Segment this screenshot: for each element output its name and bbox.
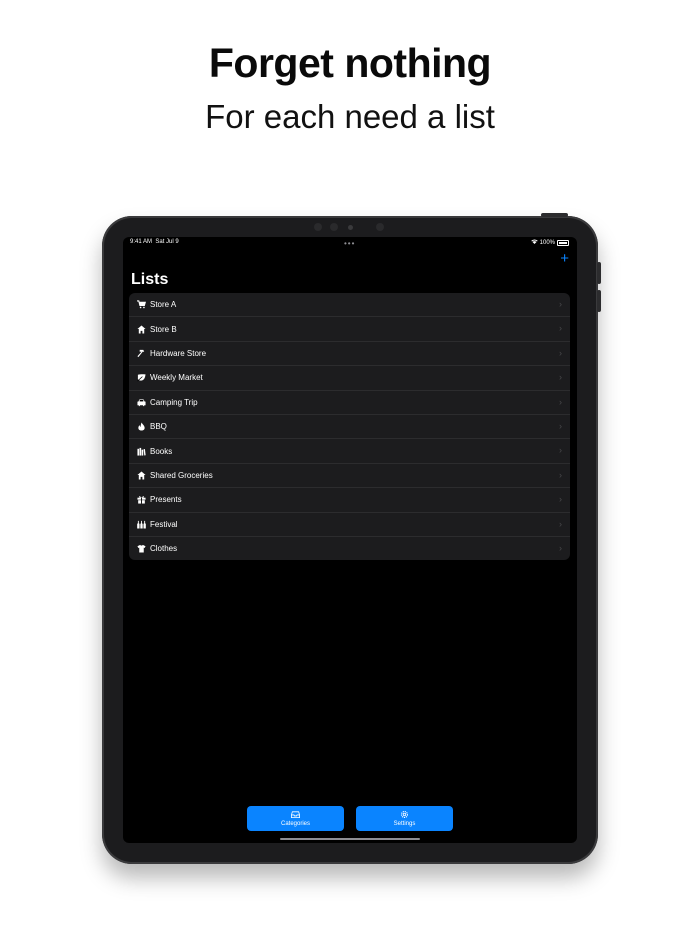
- list-item[interactable]: Books ›: [129, 439, 570, 464]
- flame-icon: [136, 422, 146, 432]
- chevron-right-icon: ›: [559, 396, 562, 407]
- tshirt-icon: [136, 544, 146, 554]
- list-item-label: BBQ: [150, 422, 167, 432]
- list-item-label: Shared Groceries: [150, 470, 213, 480]
- house-icon: [136, 324, 146, 334]
- books-icon: [136, 446, 146, 456]
- chevron-right-icon: ›: [559, 347, 562, 358]
- chevron-right-icon: ›: [559, 494, 562, 505]
- multitasking-dots-icon[interactable]: •••: [344, 239, 355, 248]
- list-item-label: Presents: [150, 495, 182, 505]
- tray-icon: [291, 811, 300, 819]
- list-item-label: Festival: [150, 519, 178, 529]
- battery-icon: [557, 239, 569, 246]
- list-item[interactable]: Store B ›: [129, 317, 570, 342]
- power-button: [541, 213, 568, 217]
- settings-button[interactable]: Settings: [356, 806, 453, 831]
- lists-table: Store A › Store B › Hardware Store › Wee…: [129, 293, 570, 561]
- battery-percent: 100%: [539, 239, 555, 246]
- list-item-label: Camping Trip: [150, 397, 198, 407]
- leaf-icon: [136, 373, 146, 383]
- list-item[interactable]: Shared Groceries ›: [129, 464, 570, 489]
- list-item-label: Hardware Store: [150, 348, 207, 358]
- list-item-label: Books: [150, 446, 173, 456]
- status-date: Sat Jul 9: [155, 239, 179, 245]
- hammer-icon: [136, 348, 146, 358]
- headline: Forget nothing: [208, 40, 492, 86]
- chevron-right-icon: ›: [559, 372, 562, 383]
- list-item[interactable]: Clothes ›: [129, 537, 570, 560]
- sensor-dot: [330, 223, 338, 231]
- volume-up-button: [597, 262, 601, 284]
- list-item-label: Store B: [150, 324, 177, 334]
- chevron-right-icon: ›: [559, 299, 562, 309]
- list-item[interactable]: Presents ›: [129, 488, 570, 513]
- chevron-right-icon: ›: [559, 469, 562, 480]
- list-item-label: Weekly Market: [150, 373, 203, 383]
- house-icon: [136, 470, 146, 480]
- car-icon: [136, 397, 146, 407]
- volume-down-button: [597, 290, 601, 312]
- list-item-label: Clothes: [150, 544, 178, 554]
- bottles-icon: [136, 519, 146, 529]
- add-list-button[interactable]: +: [560, 250, 569, 267]
- chevron-right-icon: ›: [559, 518, 562, 529]
- categories-button[interactable]: Categories: [247, 806, 344, 831]
- list-item[interactable]: Festival ›: [129, 513, 570, 537]
- home-indicator[interactable]: [280, 838, 420, 840]
- page-title: Lists: [131, 271, 169, 288]
- list-item[interactable]: BBQ ›: [129, 415, 570, 440]
- chevron-right-icon: ›: [559, 542, 562, 553]
- status-time: 9:41 AM: [130, 239, 153, 245]
- app-screen: 9:41 AM Sat Jul 9 100% ••• + Lists Store…: [123, 237, 577, 843]
- chevron-right-icon: ›: [559, 323, 562, 334]
- wifi-icon: [530, 239, 538, 246]
- sensor-dot: [376, 223, 384, 231]
- list-item[interactable]: Hardware Store ›: [129, 342, 570, 367]
- camera-dot: [348, 225, 353, 230]
- gift-icon: [136, 495, 146, 505]
- subheadline: For each need a list: [205, 98, 495, 135]
- settings-label: Settings: [393, 821, 416, 827]
- plus-icon: +: [560, 250, 569, 267]
- chevron-right-icon: ›: [559, 445, 562, 456]
- gear-icon: [400, 810, 409, 819]
- list-item[interactable]: Weekly Market ›: [129, 366, 570, 391]
- list-item[interactable]: Store A ›: [129, 293, 570, 318]
- sensor-dot: [314, 223, 322, 231]
- list-item[interactable]: Camping Trip ›: [129, 391, 570, 415]
- categories-label: Categories: [280, 821, 310, 827]
- list-item-label: Store A: [150, 300, 177, 310]
- cart-icon: [136, 300, 146, 310]
- chevron-right-icon: ›: [559, 420, 562, 431]
